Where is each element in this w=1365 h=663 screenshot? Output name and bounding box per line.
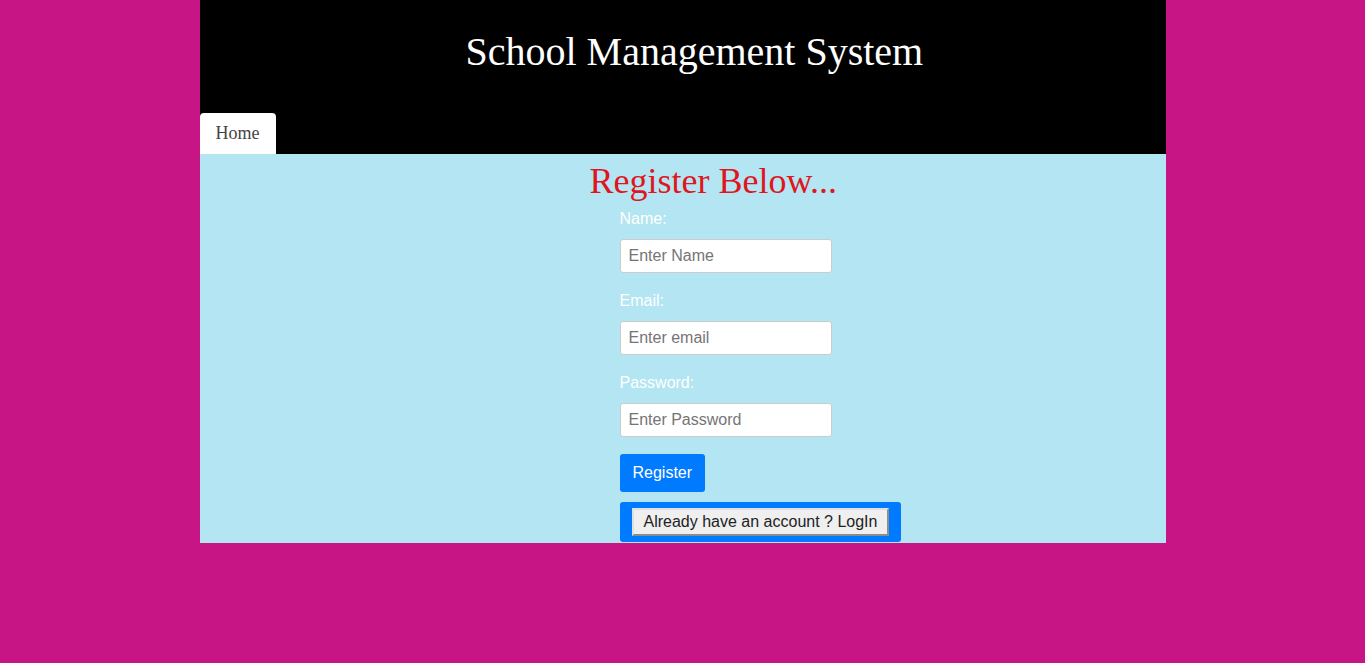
register-heading: Register Below...	[590, 160, 838, 202]
login-box: Already have an account ? LogIn	[620, 502, 902, 542]
page: School Management SystemHomeRegister Bel…	[200, 0, 1166, 543]
text-field[interactable]	[620, 403, 832, 437]
text-field[interactable]	[620, 321, 832, 355]
field-label: Email:	[620, 292, 664, 310]
field-label: Password:	[620, 374, 695, 392]
text-field[interactable]	[620, 239, 832, 273]
header: School Management System Home	[200, 0, 1166, 154]
nav-bar: Home	[200, 113, 1166, 154]
site-title: School Management System	[200, 0, 1166, 76]
nav-tab[interactable]: Home	[200, 113, 276, 154]
login-button[interactable]: Already have an account ? LogIn	[632, 508, 890, 536]
field-label: Name:	[620, 210, 667, 228]
register-section: Register Below... Name: Email: Password: Reg…	[200, 154, 1166, 543]
register-button[interactable]: Register	[620, 454, 706, 492]
